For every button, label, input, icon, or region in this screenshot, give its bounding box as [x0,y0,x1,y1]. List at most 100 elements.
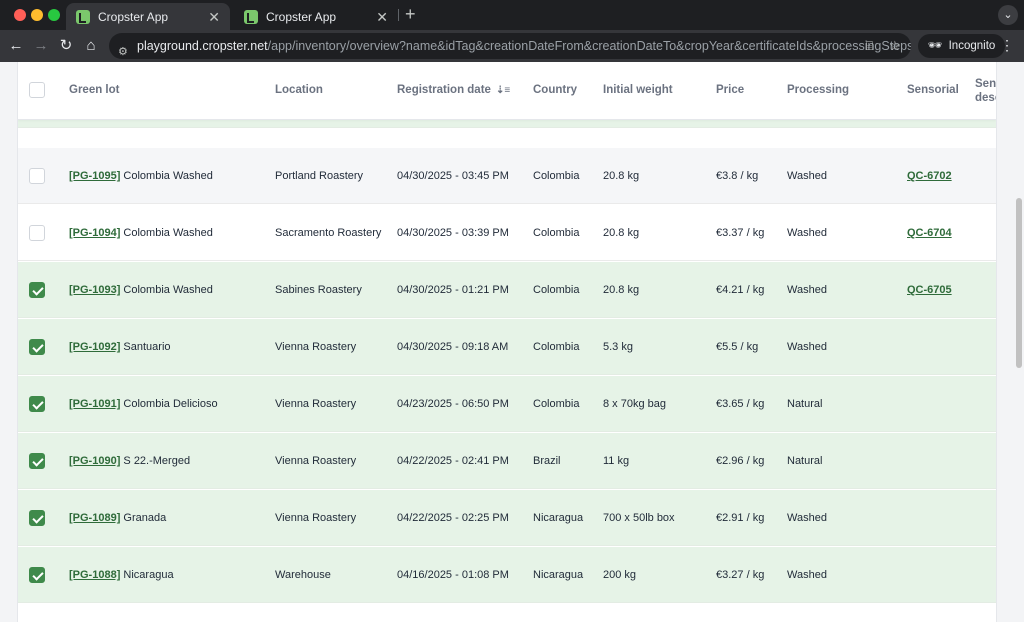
column-header-processing[interactable]: Processing [787,84,849,96]
column-header-price[interactable]: Price [716,84,744,96]
table-row[interactable]: [PG-1093] Colombia Washed Sabines Roaster… [18,262,996,318]
forward-button[interactable]: → [31,36,51,56]
column-header-sensorial-desc[interactable]: Sens desc [975,77,996,105]
table-row[interactable]: [PG-1094] Colombia Washed Sacramento Roas… [18,205,996,261]
row-select-checkbox[interactable] [29,339,45,355]
reload-button[interactable]: ↻ [56,36,76,56]
price-cell: €4.21 / kg [716,284,765,296]
tab-search-button[interactable]: ⌄ [998,5,1018,25]
initial-weight-cell: 20.8 kg [603,284,640,296]
bookmark-star-icon[interactable]: ☆ [889,38,901,54]
column-header-country[interactable]: Country [533,84,577,96]
initial-weight-cell: 200 kg [603,569,637,581]
registration-date-cell: 04/16/2025 - 01:08 PM [397,569,509,581]
green-lot-cell: [PG-1095] Colombia Washed [69,170,213,182]
green-lot-id-link[interactable]: [PG-1091] [69,398,120,410]
column-header-sensorial[interactable]: Sensorial [907,84,959,96]
green-lot-id-link[interactable]: [PG-1088] [69,569,120,581]
translate-icon[interactable]: ⌸ [866,39,873,54]
location-cell: Warehouse [275,569,331,581]
cropster-favicon-icon [244,9,258,24]
green-lot-id-link[interactable]: [PG-1095] [69,170,120,182]
row-select-checkbox[interactable] [29,510,45,526]
sort-descending-icon[interactable]: ⇣≡ [496,85,510,96]
row-select-checkbox[interactable] [29,396,45,412]
sensorial-link[interactable]: QC-6704 [907,227,952,239]
browser-tab-1[interactable]: Cropster App ✕ [66,3,230,30]
table-row[interactable]: [PG-1089] Granada Vienna Roastery 04/22/20… [18,490,996,546]
sensorial-link[interactable]: QC-6702 [907,170,952,182]
browser-tab-2[interactable]: Cropster App ✕ [234,3,398,30]
tab-divider [398,9,399,21]
close-window-button[interactable] [14,9,26,21]
cropster-favicon-icon [76,9,90,24]
row-select-checkbox[interactable] [29,225,45,241]
green-lot-id-link[interactable]: [PG-1094] [69,227,120,239]
browser-menu-icon[interactable]: ⋮ [1000,37,1014,54]
green-lot-name: Colombia Washed [123,227,213,239]
green-lot-id-link[interactable]: [PG-1089] [69,512,120,524]
country-cell: Colombia [533,341,580,353]
table-row[interactable]: [PG-1090] S 22.-Merged Vienna Roastery 04/… [18,433,996,489]
page-scrollbar-thumb[interactable] [1016,198,1022,368]
green-lot-id-link[interactable]: [PG-1093] [69,284,120,296]
column-header-initial-weight[interactable]: Initial weight [603,84,673,96]
incognito-indicator[interactable]: 🕶 Incognito [918,34,1006,58]
select-all-checkbox[interactable] [29,82,45,98]
maximize-window-button[interactable] [48,9,60,21]
green-lot-cell: [PG-1093] Colombia Washed [69,284,213,296]
table-row[interactable]: [PG-1088] Nicaragua Warehouse 04/16/2025 -… [18,547,996,603]
green-lot-name: S 22.-Merged [123,455,191,467]
row-select-checkbox[interactable] [29,282,45,298]
price-cell: €3.27 / kg [716,569,765,581]
price-cell: €3.8 / kg [716,170,759,182]
close-tab-icon[interactable]: ✕ [376,9,388,26]
page-viewport: Green lot Location Registration date ⇣≡ C… [0,62,1024,622]
price-cell: €3.37 / kg [716,227,765,239]
row-select-checkbox[interactable] [29,168,45,184]
price-cell: €3.65 / kg [716,398,765,410]
registration-date-cell: 04/30/2025 - 03:39 PM [397,227,509,239]
country-cell: Nicaragua [533,569,584,581]
site-settings-icon[interactable]: ⚙ [118,39,128,59]
registration-date-cell: 04/30/2025 - 03:45 PM [397,170,509,182]
row-select-checkbox[interactable] [29,453,45,469]
price-cell: €5.5 / kg [716,341,759,353]
column-header-green-lot[interactable]: Green lot [69,84,119,96]
new-tab-button[interactable]: + [405,4,416,25]
green-lot-cell: [PG-1088] Nicaragua [69,569,174,581]
processing-cell: Washed [787,569,827,581]
country-cell: Colombia [533,284,580,296]
initial-weight-cell: 700 x 50lb box [603,512,675,524]
registration-date-cell: 04/30/2025 - 01:21 PM [397,284,509,296]
registration-date-cell: 04/30/2025 - 09:18 AM [397,341,509,353]
processing-cell: Washed [787,227,827,239]
column-header-registration-date[interactable]: Registration date ⇣≡ [397,84,510,96]
table-row[interactable]: [PG-1095] Colombia Washed Portland Roaste… [18,148,996,204]
green-lot-id-link[interactable]: [PG-1090] [69,455,120,467]
back-button[interactable]: ← [6,36,26,56]
minimize-window-button[interactable] [31,9,43,21]
close-tab-icon[interactable]: ✕ [208,9,220,26]
green-lot-cell: [PG-1094] Colombia Washed [69,227,213,239]
column-header-location[interactable]: Location [275,84,323,96]
initial-weight-cell: 20.8 kg [603,170,640,182]
initial-weight-cell: 5.3 kg [603,341,633,353]
address-bar[interactable]: ⚙ playground.cropster.net/app/inventory/… [109,33,911,59]
green-lot-id-link[interactable]: [PG-1092] [69,341,120,353]
location-cell: Vienna Roastery [275,398,357,410]
green-lot-name: Colombia Washed [123,170,213,182]
table-row[interactable]: [PG-1091] Colombia Delicioso Vienna Roast… [18,376,996,432]
green-lot-cell: [PG-1090] S 22.-Merged [69,455,190,467]
registration-date-cell: 04/22/2025 - 02:41 PM [397,455,509,467]
registration-date-cell: 04/23/2025 - 06:50 PM [397,398,509,410]
sensorial-link[interactable]: QC-6705 [907,284,952,296]
row-select-checkbox[interactable] [29,567,45,583]
browser-tab-strip: Cropster App ✕ Cropster App ✕ + ⌄ [0,0,1024,30]
processing-cell: Washed [787,341,827,353]
processing-cell: Washed [787,512,827,524]
home-button[interactable]: ⌂ [81,36,101,56]
table-row[interactable]: [PG-1092] Santuario Vienna Roastery 04/30/… [18,319,996,375]
initial-weight-cell: 20.8 kg [603,227,640,239]
processing-cell: Washed [787,284,827,296]
